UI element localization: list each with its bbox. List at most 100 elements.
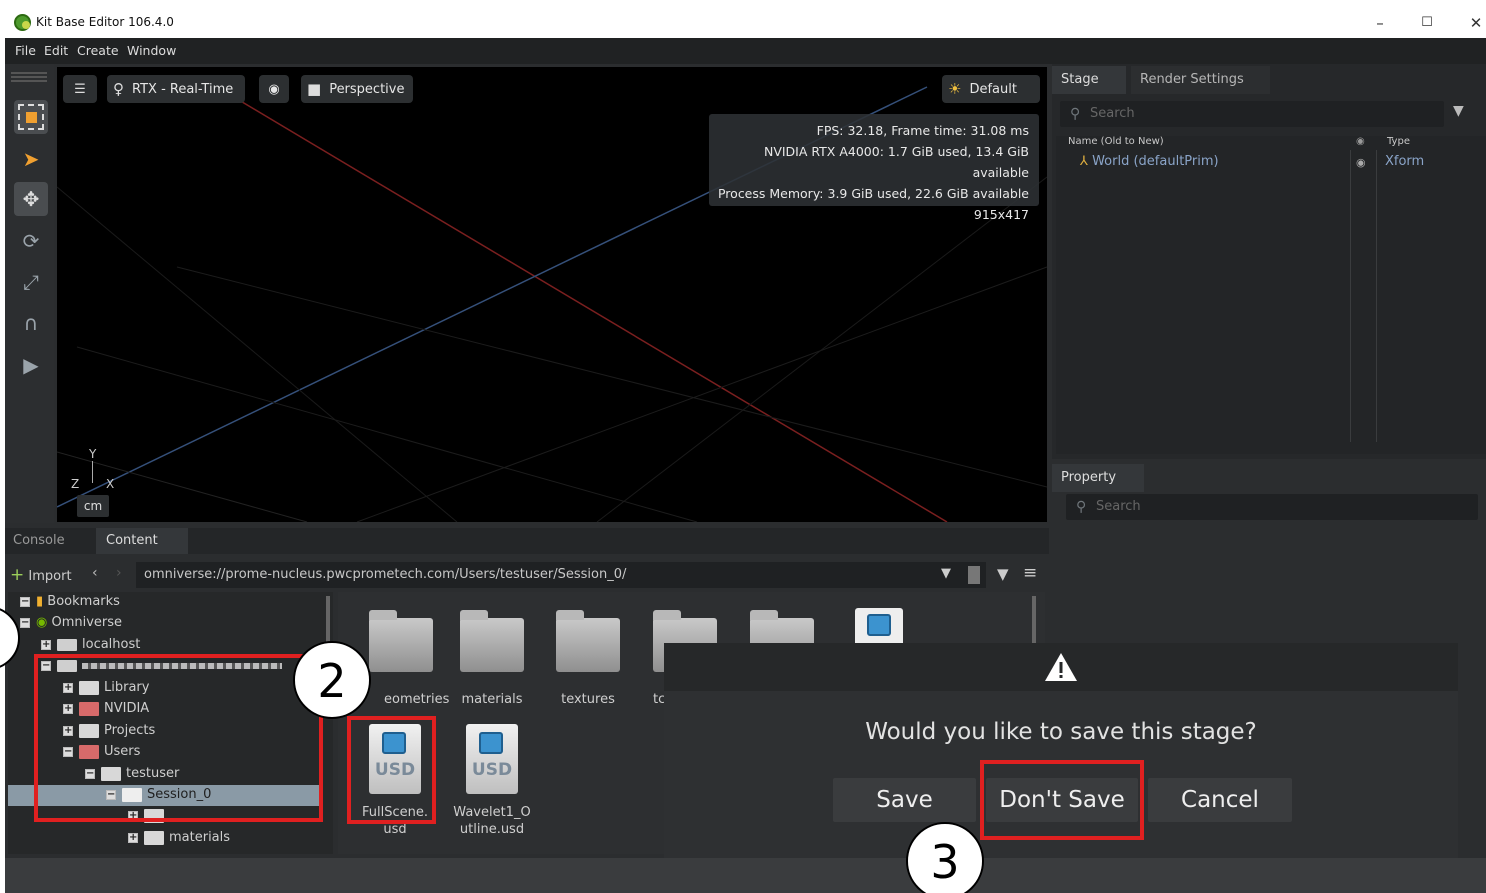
tab-console[interactable]: Console bbox=[13, 533, 65, 548]
menu-window[interactable]: Window bbox=[127, 43, 176, 58]
tab-content-bg[interactable]: Content bbox=[96, 528, 188, 554]
tab-content[interactable]: Content bbox=[106, 533, 158, 548]
collapse-icon: − bbox=[20, 595, 30, 607]
stage-visibility-column-icon: ◉ bbox=[1356, 136, 1365, 147]
visibility-eye-icon[interactable]: ◉ bbox=[1356, 156, 1366, 169]
save-button[interactable]: Save bbox=[833, 778, 976, 822]
stage-name-column[interactable]: Name (Old to New) bbox=[1068, 136, 1164, 147]
window-title: Kit Base Editor 106.4.0 bbox=[36, 15, 174, 29]
folder-icon bbox=[556, 610, 620, 672]
expand-icon: + bbox=[41, 638, 51, 650]
scale-icon: ⤢ bbox=[23, 270, 39, 294]
menu-file[interactable]: File bbox=[15, 43, 36, 58]
rotate-tool[interactable]: ⟳ bbox=[14, 224, 48, 258]
grid-folder-materials[interactable]: materials bbox=[447, 610, 537, 707]
select-mode-tool[interactable] bbox=[14, 100, 48, 134]
tree-label: localhost bbox=[82, 637, 141, 652]
title-bar: Kit Base Editor 106.4.0 – ☐ ✕ bbox=[0, 8, 1486, 38]
viewport-settings-button[interactable]: ☰ bbox=[63, 75, 97, 103]
bookmark-icon[interactable] bbox=[968, 566, 980, 584]
address-dropdown-icon[interactable]: ▼ bbox=[941, 566, 951, 581]
tree-label: Bookmarks bbox=[47, 594, 120, 609]
status-bar bbox=[5, 858, 1486, 893]
scale-tool[interactable]: ⤢ bbox=[14, 265, 48, 299]
stage-column-divider bbox=[1350, 150, 1351, 442]
fps-stat: FPS: 32.18, Frame time: 31.08 ms bbox=[816, 123, 1029, 138]
lightbulb-icon: ♀ bbox=[113, 80, 124, 98]
grid-line bbox=[176, 266, 1047, 488]
axis-gizmo: Y Z X bbox=[69, 447, 119, 497]
back-arrow-icon[interactable]: ‹ bbox=[92, 565, 98, 581]
cursor-arrow-icon: ➤ bbox=[22, 147, 40, 171]
renderer-button[interactable]: ♀ RTX - Real-Time bbox=[107, 75, 245, 103]
minimize-button[interactable]: – bbox=[1365, 11, 1395, 35]
tree-label: materials bbox=[169, 830, 231, 845]
grid-scrollbar[interactable] bbox=[1032, 596, 1036, 644]
bookmark-ribbon-icon: ▮ bbox=[36, 594, 44, 609]
plus-icon: + bbox=[10, 565, 25, 585]
grid-item-label: textures bbox=[561, 692, 615, 707]
close-button[interactable]: ✕ bbox=[1461, 11, 1486, 35]
tree-item-bookmarks[interactable]: − ▮ Bookmarks bbox=[20, 592, 120, 612]
forward-arrow-icon[interactable]: › bbox=[116, 565, 122, 581]
snap-tool[interactable]: ∩ bbox=[14, 306, 48, 340]
folder-icon bbox=[369, 610, 433, 672]
cancel-button[interactable]: Cancel bbox=[1148, 778, 1292, 822]
folder-icon bbox=[460, 610, 524, 672]
tab-stage[interactable]: Stage bbox=[1052, 66, 1126, 94]
maximize-button[interactable]: ☐ bbox=[1412, 11, 1442, 35]
xform-icon: ⅄ bbox=[1080, 154, 1088, 169]
tool-strip: ➤ ✥ ⟳ ⤢ ∩ ▶ bbox=[5, 64, 54, 523]
tree-item-materials[interactable]: + materials bbox=[128, 828, 230, 848]
play-tool[interactable]: ▶ bbox=[14, 348, 48, 382]
tree-item-omniverse[interactable]: − ◉ Omniverse bbox=[20, 613, 122, 633]
grid-folder-geometries[interactable]: eometries bbox=[356, 610, 449, 707]
stage-row-world[interactable]: ⅄ World (defaultPrim) bbox=[1080, 154, 1219, 169]
grid-line bbox=[356, 266, 1047, 522]
move-tool[interactable]: ✥ bbox=[14, 182, 48, 216]
dialog-header bbox=[664, 643, 1458, 691]
tab-property[interactable]: Property bbox=[1052, 464, 1144, 492]
tree-item-localhost[interactable]: + localhost bbox=[41, 635, 140, 655]
grid-line bbox=[76, 346, 698, 522]
filter-icon[interactable]: ▼ bbox=[997, 565, 1009, 583]
import-button[interactable]: + Import bbox=[10, 563, 76, 587]
usd-badge: USD bbox=[471, 760, 513, 780]
collapse-icon: − bbox=[20, 616, 30, 628]
move-icon: ✥ bbox=[22, 187, 40, 211]
memory-stat: Process Memory: 3.9 GiB used, 22.6 GiB a… bbox=[717, 186, 1029, 201]
file-name-line1: Wavelet1_O bbox=[453, 805, 531, 820]
grid-folder-textures[interactable]: textures bbox=[543, 610, 633, 707]
usd-file-icon: USD bbox=[466, 724, 518, 794]
camera-label: Perspective bbox=[329, 81, 405, 97]
tab-render-settings[interactable]: Render Settings bbox=[1131, 66, 1270, 94]
pointer-tool[interactable]: ➤ bbox=[14, 142, 48, 176]
expand-icon: + bbox=[128, 831, 138, 843]
options-menu-icon[interactable]: ≡ bbox=[1023, 563, 1037, 583]
grid-file-wavelet[interactable]: USD Wavelet1_O utline.usd bbox=[447, 724, 537, 838]
eye-icon: ◉ bbox=[268, 81, 280, 97]
grid-usd-partial[interactable] bbox=[855, 608, 903, 646]
stage-filter-icon[interactable]: ▼ bbox=[1453, 103, 1464, 119]
stage-type-column[interactable]: Type bbox=[1387, 136, 1410, 147]
omniverse-icon: ◉ bbox=[36, 615, 48, 630]
axis-y-label: Y bbox=[89, 447, 97, 461]
lighting-button[interactable]: ☀ Default bbox=[942, 75, 1040, 103]
visibility-button[interactable]: ◉ bbox=[259, 75, 289, 103]
viewport[interactable]: ☰ ♀ RTX - Real-Time ◉ ■ Perspective ☀ Defau… bbox=[57, 67, 1047, 522]
address-bar[interactable]: omniverse://prome-nucleus.pwcprometech.c… bbox=[136, 562, 986, 588]
stage-column-divider bbox=[1376, 150, 1377, 442]
step-3-circle: 3 bbox=[906, 822, 984, 893]
menu-bar: File Edit Create Window bbox=[5, 38, 1486, 64]
menu-create[interactable]: Create bbox=[77, 43, 119, 58]
camera-button[interactable]: ■ Perspective bbox=[301, 75, 413, 103]
highlight-box-file bbox=[347, 716, 436, 824]
property-search-input[interactable]: Search bbox=[1066, 494, 1478, 520]
play-icon: ▶ bbox=[23, 353, 39, 377]
resolution-stat: 915x417 bbox=[973, 207, 1029, 222]
stats-overlay: FPS: 32.18, Frame time: 31.08 ms NVIDIA … bbox=[709, 114, 1039, 222]
stage-search-input[interactable]: Search bbox=[1060, 101, 1444, 127]
highlight-box-dont-save bbox=[980, 760, 1144, 840]
menu-edit[interactable]: Edit bbox=[44, 43, 68, 58]
toolstrip-grip[interactable] bbox=[11, 72, 47, 74]
